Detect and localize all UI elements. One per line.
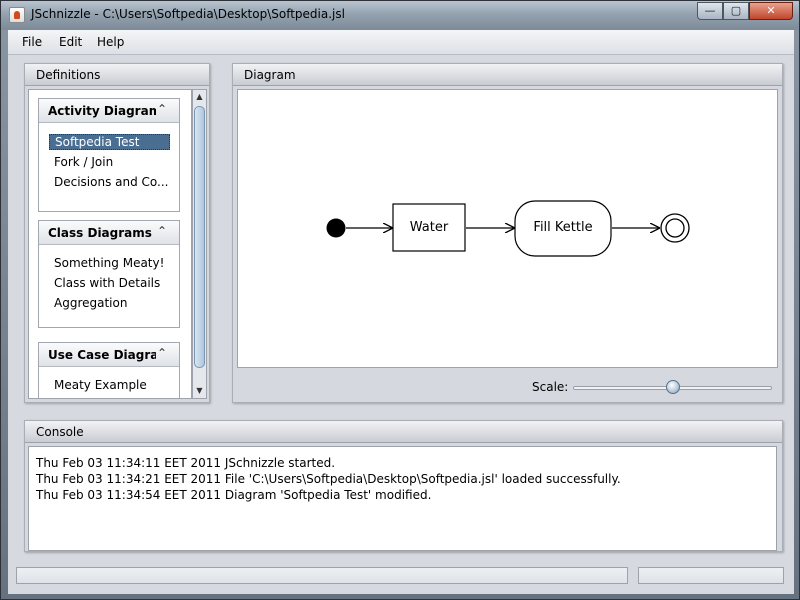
- console-header: Console: [25, 421, 782, 443]
- group-class-diagrams: Class Diagrams ⌃ Something Meaty! Class …: [38, 220, 180, 328]
- maximize-button[interactable]: ▢: [723, 2, 749, 20]
- close-button[interactable]: ✕: [749, 2, 793, 20]
- action-label-fill-kettle: Fill Kettle: [533, 220, 592, 235]
- definitions-header: Definitions: [25, 64, 209, 86]
- definitions-list: Activity Diagrams ⌃ Softpedia Test Fork …: [28, 89, 192, 399]
- diagram-header: Diagram: [233, 64, 782, 86]
- group-title: Activity Diagrams: [48, 104, 156, 118]
- console-panel: Console Thu Feb 03 11:34:11 EET 2011 JSc…: [24, 420, 783, 552]
- window-title: JSchnizzle - C:\Users\Softpedia\Desktop\…: [31, 7, 345, 21]
- group-header-class[interactable]: Class Diagrams ⌃: [39, 221, 179, 245]
- console-line: Thu Feb 03 11:34:11 EET 2011 JSchnizzle …: [36, 456, 336, 470]
- title-bar[interactable]: JSchnizzle - C:\Users\Softpedia\Desktop\…: [1, 1, 799, 30]
- list-item-something-meaty[interactable]: Something Meaty!: [54, 256, 164, 270]
- status-progress: [638, 567, 784, 584]
- menu-file[interactable]: File: [22, 35, 42, 49]
- list-item-decisions[interactable]: Decisions and Co...: [54, 175, 169, 189]
- list-item-softpedia-test[interactable]: Softpedia Test: [49, 134, 170, 150]
- scroll-up-arrow-icon[interactable]: ▲: [193, 90, 206, 104]
- final-node-inner: [665, 218, 685, 238]
- diagram-panel: Diagram Water Fill Kettle Scale:: [232, 63, 783, 403]
- client-area: File Edit Help Definitions Activity Diag…: [8, 30, 794, 594]
- group-use-case-diagrams: Use Case Diagra... ⌃ Meaty Example: [38, 342, 180, 398]
- group-title: Use Case Diagra...: [48, 348, 156, 362]
- list-item-class-with-details[interactable]: Class with Details: [54, 276, 160, 290]
- scale-label: Scale:: [532, 380, 569, 394]
- list-item-aggregation[interactable]: Aggregation: [54, 296, 127, 310]
- minimize-button[interactable]: —: [697, 2, 723, 20]
- console-line: Thu Feb 03 11:34:54 EET 2011 Diagram 'So…: [36, 488, 432, 502]
- status-bar: [16, 567, 628, 584]
- action-label-water: Water: [410, 220, 449, 235]
- activity-diagram: Water Fill Kettle: [326, 200, 690, 257]
- initial-node[interactable]: [326, 218, 346, 238]
- definitions-panel: Definitions Activity Diagrams ⌃ Softpedi…: [24, 63, 210, 403]
- collapse-chevron-icon[interactable]: ⌃: [157, 102, 167, 116]
- group-title: Class Diagrams: [48, 226, 152, 240]
- group-activity-diagrams: Activity Diagrams ⌃ Softpedia Test Fork …: [38, 98, 180, 212]
- definitions-title: Definitions: [36, 68, 101, 82]
- collapse-chevron-icon[interactable]: ⌃: [157, 346, 167, 360]
- console-output[interactable]: Thu Feb 03 11:34:11 EET 2011 JSchnizzle …: [28, 446, 777, 551]
- list-item-meaty-example[interactable]: Meaty Example: [54, 378, 147, 392]
- group-header-use-case[interactable]: Use Case Diagra... ⌃: [39, 343, 179, 367]
- diagram-title: Diagram: [244, 68, 296, 82]
- group-header-activity[interactable]: Activity Diagrams ⌃: [39, 99, 179, 123]
- console-line: Thu Feb 03 11:34:21 EET 2011 File 'C:\Us…: [36, 472, 621, 486]
- scroll-thumb[interactable]: [194, 106, 205, 368]
- menu-edit[interactable]: Edit: [59, 35, 82, 49]
- scale-slider-thumb[interactable]: [665, 380, 680, 394]
- menu-bar: File Edit Help: [8, 30, 794, 55]
- scroll-down-arrow-icon[interactable]: ▼: [193, 384, 206, 398]
- definitions-scrollbar[interactable]: ▲ ▼: [192, 89, 207, 399]
- console-title: Console: [36, 425, 84, 439]
- java-app-icon[interactable]: [9, 7, 25, 23]
- diagram-canvas[interactable]: Water Fill Kettle: [237, 89, 778, 368]
- app-window: JSchnizzle - C:\Users\Softpedia\Desktop\…: [0, 0, 800, 600]
- list-item-fork-join[interactable]: Fork / Join: [54, 155, 113, 169]
- menu-help[interactable]: Help: [97, 35, 124, 49]
- collapse-chevron-icon[interactable]: ⌃: [157, 224, 167, 238]
